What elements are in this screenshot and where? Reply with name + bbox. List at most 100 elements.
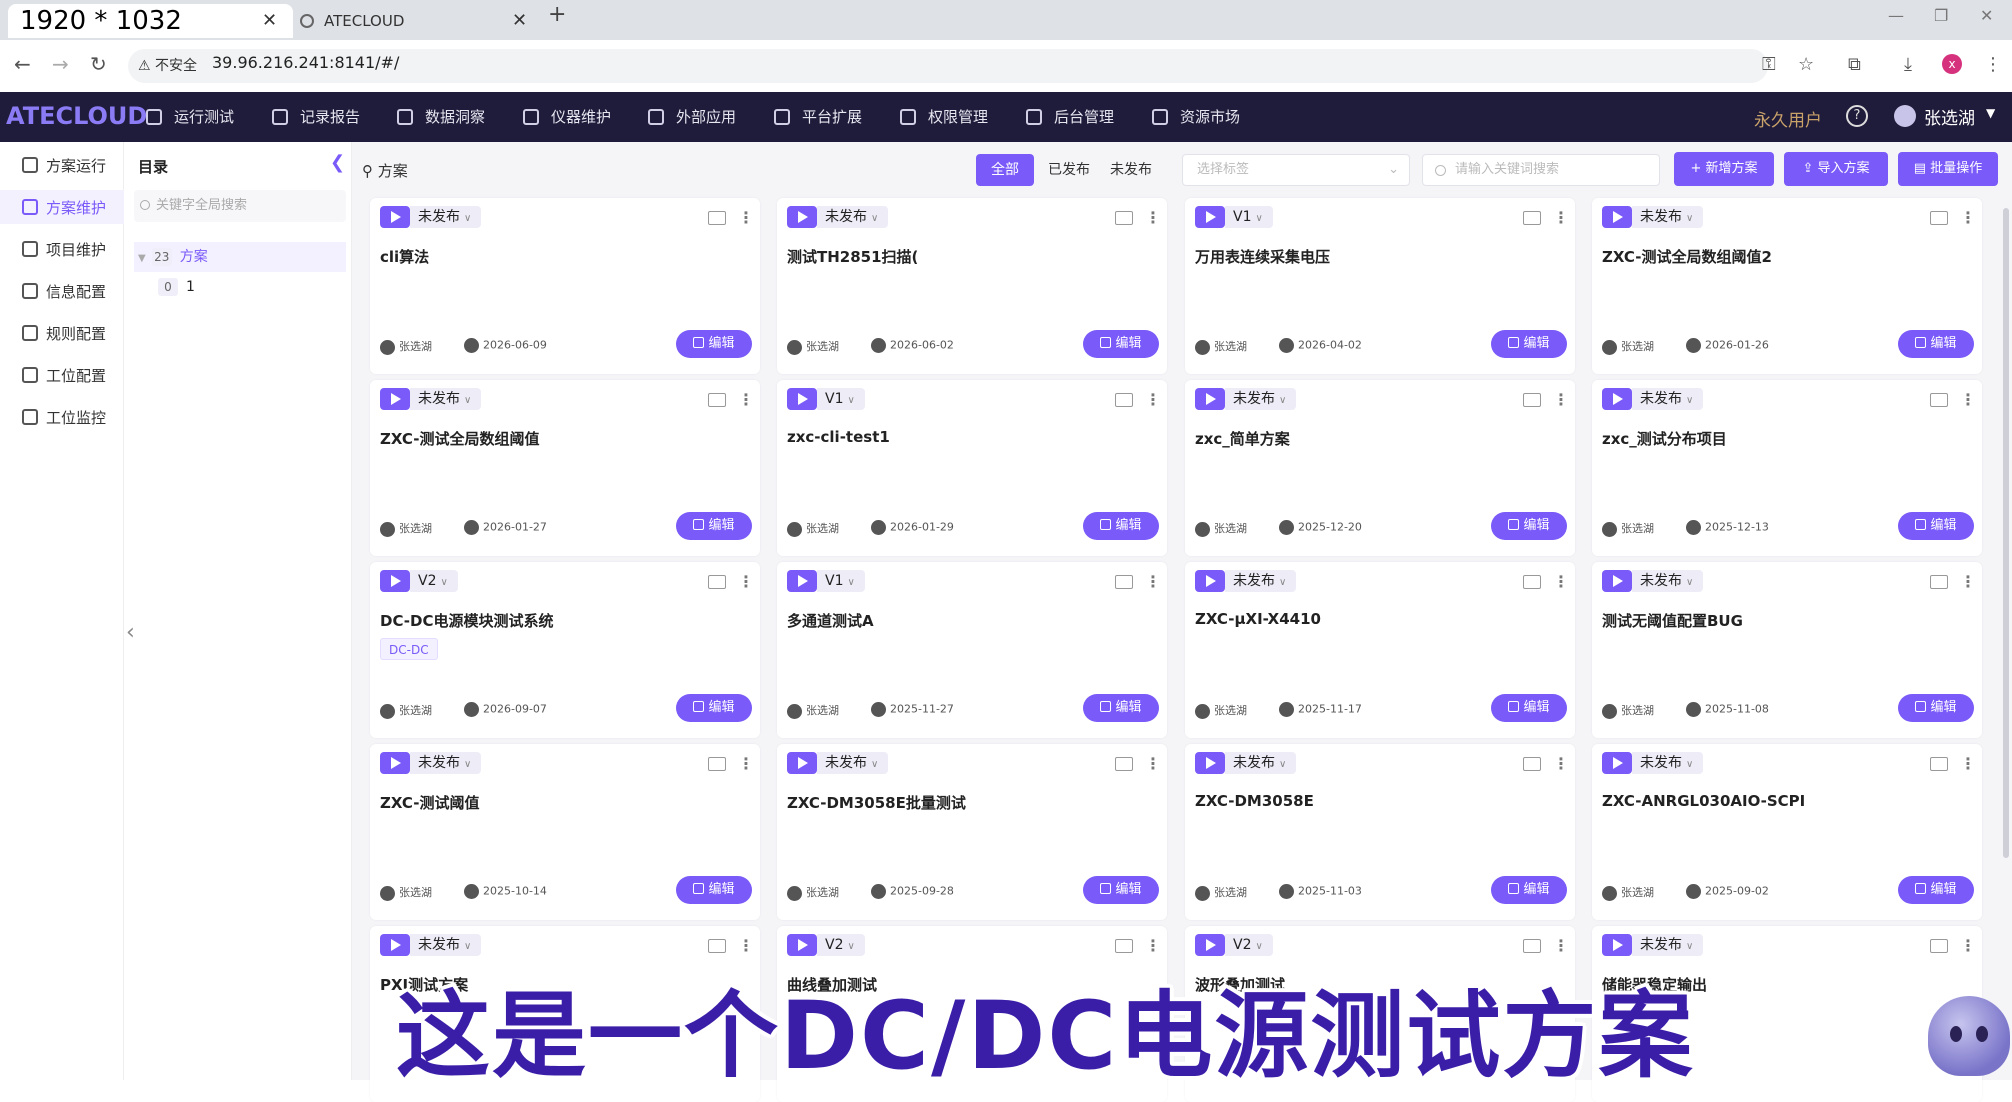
run-icon[interactable]: [1602, 570, 1632, 592]
reload-icon[interactable]: ↻: [90, 52, 107, 76]
chart-icon[interactable]: [708, 393, 726, 407]
extensions-icon[interactable]: ⧉: [1848, 54, 1861, 75]
scheme-card[interactable]: 未发布 ∨ ⋮ zxc_简单方案 张选湖 2025-12-20 编辑: [1185, 380, 1575, 556]
chart-icon[interactable]: [708, 211, 726, 225]
chart-icon[interactable]: [1523, 939, 1541, 953]
chart-icon[interactable]: [1523, 211, 1541, 225]
more-icon[interactable]: ⋮: [1960, 754, 1976, 773]
scheme-card[interactable]: 未发布 ∨ ⋮ ZXC-DM3058E批量测试 张选湖 2025-09-28 编辑: [777, 744, 1167, 920]
version-select[interactable]: 未发布 ∨: [410, 934, 482, 956]
more-icon[interactable]: ⋮: [1145, 572, 1161, 591]
more-icon[interactable]: ⋮: [1145, 390, 1161, 409]
version-select[interactable]: 未发布 ∨: [410, 388, 482, 410]
run-icon[interactable]: [1602, 388, 1632, 410]
add-scheme-button[interactable]: + 新增方案: [1674, 152, 1774, 186]
profile-avatar[interactable]: x: [1942, 54, 1962, 74]
close-window-icon[interactable]: ✕: [1980, 6, 1993, 25]
tree-node-child[interactable]: 01: [134, 272, 346, 302]
edit-button[interactable]: 编辑: [1083, 330, 1159, 358]
more-icon[interactable]: ⋮: [1553, 390, 1569, 409]
run-icon[interactable]: [380, 570, 410, 592]
edit-button[interactable]: 编辑: [1898, 512, 1974, 540]
scheme-card[interactable]: V1 ∨ ⋮ 万用表连续采集电压 张选湖 2026-04-02 编辑: [1185, 198, 1575, 374]
version-select[interactable]: 未发布 ∨: [1632, 570, 1704, 592]
run-icon[interactable]: [1195, 206, 1225, 228]
run-icon[interactable]: [787, 934, 817, 956]
user-name[interactable]: 张选湖: [1924, 104, 1975, 129]
edit-button[interactable]: 编辑: [676, 694, 752, 722]
edit-button[interactable]: 编辑: [1898, 330, 1974, 358]
more-icon[interactable]: ⋮: [1145, 936, 1161, 955]
sidebar-item-info-config[interactable]: 信息配置: [0, 274, 124, 308]
chart-icon[interactable]: [1115, 575, 1133, 589]
version-select[interactable]: 未发布 ∨: [1225, 570, 1297, 592]
version-select[interactable]: 未发布 ∨: [1632, 752, 1704, 774]
url-text[interactable]: 39.96.216.241:8141/#/: [212, 53, 399, 72]
browser-tab[interactable]: ATECLOUD: [294, 4, 534, 38]
more-icon[interactable]: ⋮: [1145, 208, 1161, 227]
scheme-card[interactable]: 未发布 ∨ ⋮ ZXC-测试阈值 张选湖 2025-10-14 编辑: [370, 744, 760, 920]
star-icon[interactable]: ☆: [1798, 54, 1814, 75]
version-select[interactable]: V1 ∨: [817, 388, 865, 410]
version-select[interactable]: 未发布 ∨: [1632, 388, 1704, 410]
run-icon[interactable]: [380, 388, 410, 410]
version-select[interactable]: V1 ∨: [817, 570, 865, 592]
edit-button[interactable]: 编辑: [676, 330, 752, 358]
more-icon[interactable]: ⋮: [738, 936, 754, 955]
chart-icon[interactable]: [1930, 939, 1948, 953]
run-icon[interactable]: [1195, 570, 1225, 592]
edit-button[interactable]: 编辑: [1898, 694, 1974, 722]
tab-close-icon[interactable]: ✕: [262, 10, 277, 31]
edit-button[interactable]: 编辑: [1083, 876, 1159, 904]
version-select[interactable]: 未发布 ∨: [1632, 206, 1704, 228]
import-scheme-button[interactable]: ⇪ 导入方案: [1784, 152, 1888, 186]
run-icon[interactable]: [380, 752, 410, 774]
more-icon[interactable]: ⋮: [1553, 936, 1569, 955]
chart-icon[interactable]: [1115, 393, 1133, 407]
filter-published[interactable]: 已发布: [1042, 154, 1096, 186]
user-avatar[interactable]: [1894, 105, 1916, 127]
run-icon[interactable]: [787, 752, 817, 774]
chart-icon[interactable]: [1115, 939, 1133, 953]
sidebar-item-project[interactable]: 项目维护: [0, 232, 124, 266]
chart-icon[interactable]: [708, 939, 726, 953]
scheme-card[interactable]: V1 ∨ ⋮ zxc-cli-test1 张选湖 2026-01-29 编辑: [777, 380, 1167, 556]
sidebar-item-rule-config[interactable]: 规则配置: [0, 316, 124, 350]
scheme-card[interactable]: 未发布 ∨ ⋮ ZXC-ANRGL030AIO-SCPI 张选湖 2025-09-02 编辑: [1592, 744, 1982, 920]
version-select[interactable]: V2 ∨: [1225, 934, 1273, 956]
tree-node-root[interactable]: ▼ 23 方案: [134, 242, 346, 272]
caret-down-icon[interactable]: ▼: [1986, 106, 1995, 120]
more-icon[interactable]: ⋮: [738, 754, 754, 773]
sidebar-item-station-config[interactable]: 工位配置: [0, 358, 124, 392]
chart-icon[interactable]: [708, 757, 726, 771]
edit-button[interactable]: 编辑: [1898, 876, 1974, 904]
key-icon[interactable]: ⚿: [1762, 54, 1776, 75]
more-icon[interactable]: ⋮: [738, 390, 754, 409]
chart-icon[interactable]: [708, 575, 726, 589]
run-icon[interactable]: [1602, 206, 1632, 228]
restore-icon[interactable]: ❐: [1934, 6, 1948, 25]
scheme-card[interactable]: 未发布 ∨ ⋮ 测试无阈值配置BUG 张选湖 2025-11-08 编辑: [1592, 562, 1982, 738]
version-select[interactable]: 未发布 ∨: [817, 206, 889, 228]
scheme-card[interactable]: 未发布 ∨ ⋮ ZXC-DM3058E 张选湖 2025-11-03 编辑: [1185, 744, 1575, 920]
scheme-card[interactable]: 未发布 ∨ ⋮ ZXC-测试全局数组阈值 张选湖 2026-01-27 编辑: [370, 380, 760, 556]
more-icon[interactable]: ⋮: [1960, 208, 1976, 227]
chart-icon[interactable]: [1523, 393, 1541, 407]
chevron-left-icon[interactable]: ❮: [330, 152, 345, 173]
version-select[interactable]: 未发布 ∨: [1632, 934, 1704, 956]
download-icon[interactable]: ⤓: [1904, 54, 1912, 75]
forward-icon[interactable]: →: [52, 52, 69, 76]
more-icon[interactable]: ⋮: [738, 572, 754, 591]
browser-menu-icon[interactable]: ⋮: [1984, 54, 2002, 75]
run-icon[interactable]: [787, 388, 817, 410]
edit-button[interactable]: 编辑: [1491, 330, 1567, 358]
back-icon[interactable]: ←: [14, 52, 31, 76]
edit-button[interactable]: 编辑: [1491, 512, 1567, 540]
scheme-card[interactable]: 未发布 ∨ ⋮ zxc_测试分布项目 张选湖 2025-12-13 编辑: [1592, 380, 1982, 556]
scheme-card[interactable]: 未发布 ∨ ⋮ ZXC-μXI-X4410 张选湖 2025-11-17 编辑: [1185, 562, 1575, 738]
run-icon[interactable]: [787, 570, 817, 592]
scheme-card[interactable]: 未发布 ∨ ⋮ 测试TH2851扫描(张选湖 2026-06-02 编辑: [777, 198, 1167, 374]
sidebar-item-scheme-run[interactable]: 方案运行: [0, 148, 124, 182]
version-select[interactable]: 未发布 ∨: [410, 752, 482, 774]
tab-close-icon[interactable]: ✕: [512, 10, 527, 31]
